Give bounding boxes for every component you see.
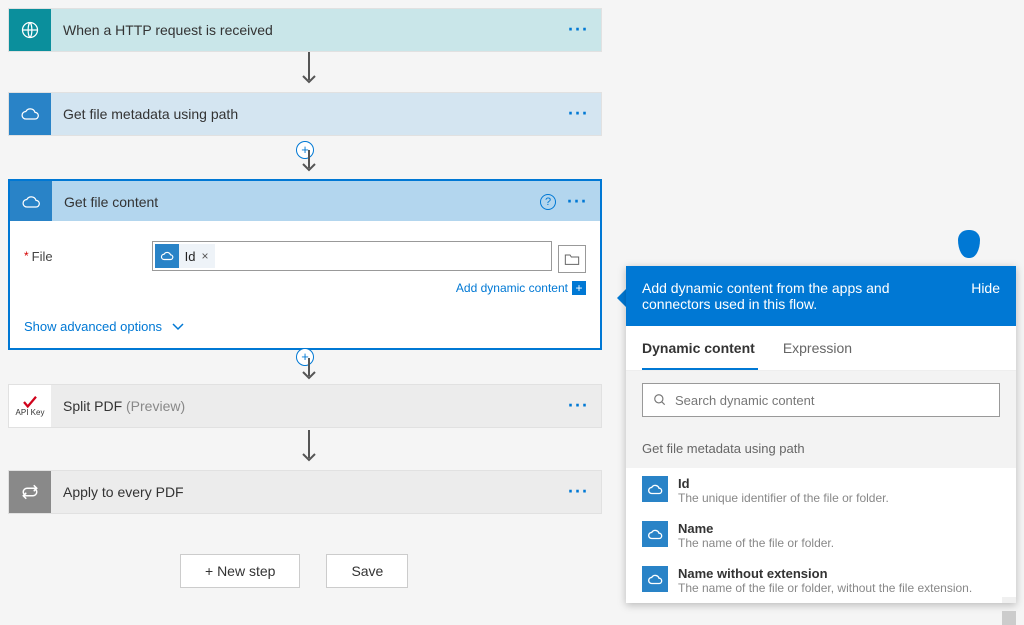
menu-dots[interactable]: ··· [568, 396, 589, 417]
step-title: Split PDF (Preview) [51, 398, 601, 414]
menu-dots[interactable]: ··· [568, 20, 589, 41]
folder-picker-button[interactable] [558, 245, 586, 273]
new-step-button[interactable]: + New step [180, 554, 300, 588]
tab-expression[interactable]: Expression [783, 326, 852, 370]
arrow-icon [300, 358, 318, 384]
menu-dots[interactable]: ··· [568, 482, 589, 503]
cloud-icon [155, 244, 179, 268]
tab-dynamic-content[interactable]: Dynamic content [642, 326, 755, 370]
menu-dots[interactable]: ··· [568, 104, 589, 125]
add-dynamic-content-link[interactable]: Add dynamic content + [456, 281, 586, 295]
dynamic-content-panel: Add dynamic content from the apps and co… [626, 266, 1016, 603]
dc-item-id[interactable]: IdThe unique identifier of the file or f… [626, 468, 1016, 513]
step-apply-to-each[interactable]: Apply to every PDF ··· [8, 470, 602, 514]
loop-icon [9, 471, 51, 513]
step-split-pdf[interactable]: API Key Split PDF (Preview) ··· [8, 384, 602, 428]
menu-dots[interactable]: ··· [567, 192, 588, 213]
step-body-get-file-content: * File Id × Add dynamic content + [8, 221, 602, 350]
search-input[interactable]: Search dynamic content [642, 383, 1000, 417]
step-get-file-content[interactable]: Get file content ? ··· [8, 179, 602, 225]
hide-button[interactable]: Hide [971, 280, 1000, 312]
arrow-icon [300, 150, 318, 176]
plus-icon: + [572, 281, 586, 295]
arrow-icon [300, 430, 318, 466]
scrollbar-thumb[interactable] [1002, 611, 1016, 625]
cloud-icon [9, 93, 51, 135]
scrollbar[interactable] [1002, 597, 1016, 603]
show-advanced-options[interactable]: Show advanced options [10, 295, 600, 348]
cloud-icon [642, 521, 668, 547]
cloud-icon [642, 566, 668, 592]
step-title: Get file metadata using path [51, 106, 601, 122]
save-button[interactable]: Save [326, 554, 408, 588]
step-http-trigger[interactable]: When a HTTP request is received ··· [8, 8, 602, 52]
field-label-file: File [32, 249, 152, 264]
cloud-icon [10, 181, 52, 223]
step-title: When a HTTP request is received [51, 22, 601, 38]
cloud-icon [642, 476, 668, 502]
file-input[interactable]: Id × [152, 241, 552, 271]
step-title: Apply to every PDF [51, 484, 601, 500]
search-icon [653, 393, 667, 407]
api-key-icon: API Key [9, 385, 51, 427]
dynamic-token-id[interactable]: Id × [155, 244, 215, 268]
arrow-icon [300, 52, 318, 88]
chevron-down-icon [172, 319, 184, 334]
token-remove[interactable]: × [202, 249, 215, 263]
dc-section-header: Get file metadata using path [626, 429, 1016, 468]
tab-underline [642, 368, 758, 370]
dc-item-name-no-ext[interactable]: Name without extensionThe name of the fi… [626, 558, 1016, 603]
globe-icon [9, 9, 51, 51]
dc-item-name[interactable]: NameThe name of the file or folder. [626, 513, 1016, 558]
help-icon[interactable]: ? [540, 194, 556, 210]
step-title: Get file content [52, 194, 600, 210]
required-asterisk: * [24, 249, 29, 263]
callout-pointer [958, 230, 980, 258]
panel-header-text: Add dynamic content from the apps and co… [642, 280, 942, 312]
step-get-file-metadata[interactable]: Get file metadata using path ··· [8, 92, 602, 136]
